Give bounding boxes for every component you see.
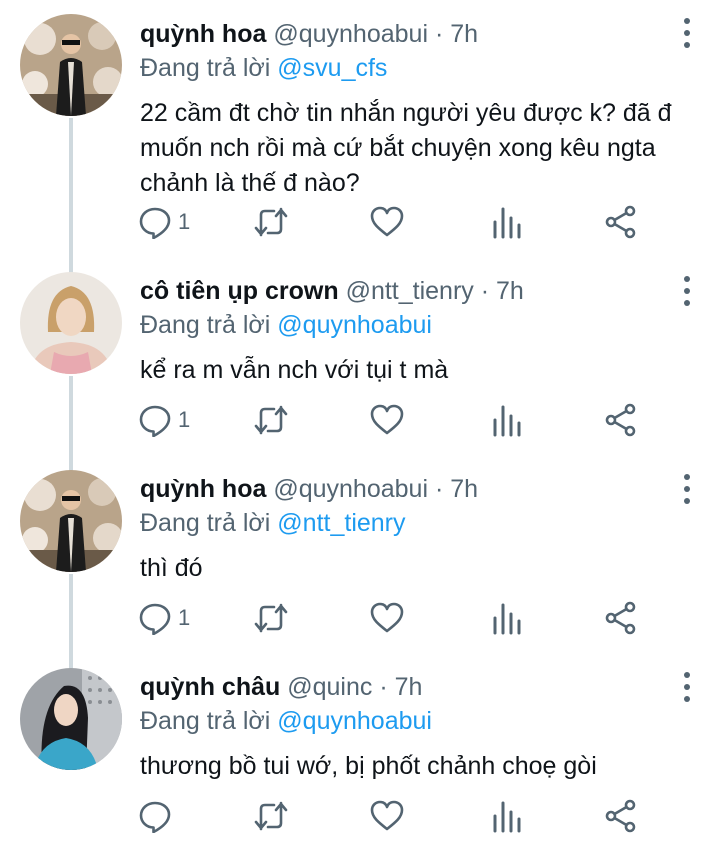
reply-button[interactable]: 1 [138, 202, 190, 242]
analytics-icon [493, 207, 521, 239]
heart-icon [370, 800, 404, 831]
replying-label: Đang trả lời [140, 509, 271, 537]
avatar[interactable] [20, 470, 122, 572]
tweet-text: kể ra m vẫn nch với tụi t mà [140, 356, 449, 384]
share-icon [605, 799, 636, 833]
share-button[interactable] [604, 400, 638, 440]
like-button[interactable] [370, 796, 404, 836]
analytics-icon [493, 603, 521, 635]
separator-dot: · [379, 673, 388, 701]
separator-dot: · [434, 475, 444, 503]
share-icon [605, 205, 636, 239]
heart-icon [370, 206, 404, 237]
replying-to: Đang trả lời @svu_cfs [140, 51, 680, 85]
heart-icon [370, 602, 404, 633]
reply-button[interactable] [138, 796, 178, 836]
avatar-photo [20, 470, 122, 572]
analytics-icon [493, 405, 521, 437]
separator-dot: · [480, 277, 490, 305]
timestamp[interactable]: 7h [450, 20, 478, 48]
tweet-actions: 1 [138, 598, 640, 638]
tweet-text: thì đó [140, 554, 203, 582]
replying-label: Đang trả lời [140, 54, 271, 82]
replying-to: Đang trả lời @ntt_tienry [140, 506, 680, 540]
more-options-icon[interactable] [682, 18, 692, 48]
retweet-icon [254, 801, 288, 831]
timestamp[interactable]: 7h [496, 277, 524, 305]
display-name[interactable]: quỳnh hoa [140, 20, 266, 48]
avatar[interactable] [20, 272, 122, 374]
like-button[interactable] [370, 400, 404, 440]
thread-connector [69, 376, 73, 471]
replying-label: Đang trả lời [140, 311, 271, 339]
replying-to: Đang trả lời @quynhoabui [140, 308, 680, 342]
analytics-icon [493, 801, 521, 833]
more-options-icon[interactable] [682, 672, 692, 702]
replying-to-handle[interactable]: @quynhoabui [277, 707, 432, 735]
analytics-button[interactable] [490, 796, 524, 836]
tweet-text: thương bồ tui wớ, bị phốt chảnh choẹ gòi [140, 752, 597, 780]
user-handle[interactable]: @quynhoabui [273, 475, 428, 503]
timestamp[interactable]: 7h [395, 673, 423, 701]
replying-to-handle[interactable]: @svu_cfs [277, 54, 387, 82]
tweet-header: quỳnh châu @quinc · 7h [140, 670, 680, 704]
tweet-header: cô tiên ụp crown @ntt_tienry · 7h [140, 274, 680, 308]
replying-label: Đang trả lời [140, 707, 271, 735]
more-options-icon[interactable] [682, 474, 692, 504]
reply-icon [139, 405, 171, 437]
reply-count: 1 [178, 605, 191, 630]
reply-icon [139, 801, 171, 833]
retweet-button[interactable] [254, 202, 288, 242]
thread-connector [69, 118, 73, 273]
reply-count: 1 [178, 407, 191, 432]
reply-button[interactable]: 1 [138, 598, 190, 638]
share-button[interactable] [604, 202, 638, 242]
like-button[interactable] [370, 202, 404, 242]
share-icon [605, 601, 636, 635]
replying-to-handle[interactable]: @quynhoabui [277, 311, 432, 339]
display-name[interactable]: quỳnh hoa [140, 475, 266, 503]
reply-icon [139, 207, 171, 239]
retweet-icon [254, 207, 288, 237]
tweet-actions [138, 796, 640, 836]
tweet-header: quỳnh hoa @quynhoabui · 7h [140, 472, 680, 506]
display-name[interactable]: quỳnh châu [140, 673, 280, 701]
retweet-button[interactable] [254, 598, 288, 638]
avatar-photo [20, 14, 122, 116]
tweet-text: 22 cầm đt chờ tin nhắn người yêu được k?… [140, 99, 672, 197]
user-handle[interactable]: @ntt_tienry [346, 277, 474, 305]
analytics-button[interactable] [490, 400, 524, 440]
reply-icon [139, 603, 171, 635]
share-button[interactable] [604, 598, 638, 638]
share-icon [605, 403, 636, 437]
user-handle[interactable]: @quynhoabui [273, 20, 428, 48]
share-button[interactable] [604, 796, 638, 836]
separator-dot: · [434, 20, 444, 48]
analytics-button[interactable] [490, 202, 524, 242]
tweet-header: quỳnh hoa @quynhoabui · 7h [140, 17, 680, 51]
avatar[interactable] [20, 668, 122, 770]
more-options-icon[interactable] [682, 276, 692, 306]
heart-icon [370, 404, 404, 435]
avatar-photo [20, 272, 122, 374]
reply-count: 1 [178, 209, 191, 234]
reply-button[interactable]: 1 [138, 400, 190, 440]
retweet-icon [254, 405, 288, 435]
retweet-icon [254, 603, 288, 633]
retweet-button[interactable] [254, 400, 288, 440]
like-button[interactable] [370, 598, 404, 638]
thread-connector [69, 574, 73, 669]
timestamp[interactable]: 7h [450, 475, 478, 503]
analytics-button[interactable] [490, 598, 524, 638]
replying-to: Đang trả lời @quynhoabui [140, 704, 680, 738]
tweet-actions: 1 [138, 202, 640, 242]
avatar[interactable] [20, 14, 122, 116]
retweet-button[interactable] [254, 796, 288, 836]
replying-to-handle[interactable]: @ntt_tienry [277, 509, 405, 537]
user-handle[interactable]: @quinc [287, 673, 372, 701]
display-name[interactable]: cô tiên ụp crown [140, 277, 339, 305]
avatar-photo [20, 668, 122, 770]
tweet-actions: 1 [138, 400, 640, 440]
